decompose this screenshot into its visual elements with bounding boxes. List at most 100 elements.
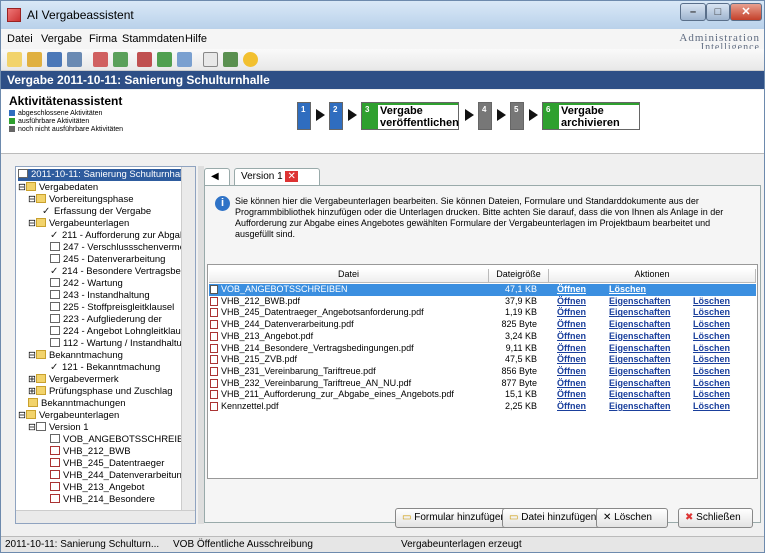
open-link[interactable]: Öffnen (557, 284, 586, 295)
menu-vergabe[interactable]: Vergabe (41, 33, 82, 45)
delete-link[interactable]: Löschen (693, 331, 730, 342)
delete-link[interactable]: Löschen (693, 296, 730, 307)
tree-node[interactable]: ✓ Erfassung der Vergabe (42, 206, 151, 218)
close-window-button[interactable]: ✕ (730, 3, 762, 21)
open-link[interactable]: Öffnen (557, 307, 586, 318)
step-1[interactable]: 1 (297, 102, 311, 130)
step-3[interactable]: 3 Vergabe veröffentlichen (361, 102, 459, 130)
delete-link[interactable]: Löschen (693, 354, 730, 365)
tree-node[interactable]: 242 - Wartung (50, 278, 123, 290)
tree-node[interactable]: VHB_212_BWB (50, 446, 131, 458)
tree-vertical-scrollbar[interactable] (181, 167, 195, 511)
properties-link[interactable]: Eigenschaften (609, 354, 671, 365)
open-link[interactable]: Öffnen (557, 389, 586, 400)
tree-node[interactable]: ⊞ Prüfungsphase und Zuschlag (28, 386, 173, 398)
open-link[interactable]: Öffnen (557, 366, 586, 377)
table-row[interactable]: VHB_215_ZVB.pdf 47,5 KB Öffnen Eigenschafte… (209, 354, 756, 366)
tree-node[interactable]: 245 - Datenverarbeitung (50, 254, 165, 266)
properties-link[interactable]: Eigenschaften (609, 296, 671, 307)
user-green-icon[interactable] (113, 52, 128, 67)
calc-green-icon[interactable] (157, 52, 172, 67)
tab-home[interactable]: ◀ (204, 168, 230, 186)
table-row[interactable]: VHB_232_Vereinbarung_Tariftreue_AN_NU.pd… (209, 378, 756, 390)
save-icon[interactable] (47, 52, 62, 67)
col-file[interactable]: Datei (209, 269, 489, 283)
plugin-icon[interactable] (223, 52, 238, 67)
table-row[interactable]: VHB_231_Vereinbarung_Tariftreue.pdf 856 B… (209, 366, 756, 378)
delete-button[interactable]: ✕ Löschen (596, 508, 668, 528)
properties-link[interactable]: Eigenschaften (609, 307, 671, 318)
col-actions[interactable]: Aktionen (549, 269, 756, 283)
table-row[interactable]: VHB_244_Datenverarbeitung.pdf 825 Byte Öff… (209, 319, 756, 331)
step-4[interactable]: 4 (478, 102, 492, 130)
tree-node[interactable]: 247 - Verschlussschenvermerk (50, 242, 193, 254)
delete-link[interactable]: Löschen (693, 307, 730, 318)
tree-node[interactable]: ⊟ Bekanntmachung (28, 350, 123, 362)
delete-link[interactable]: Löschen (693, 389, 730, 400)
tree-node[interactable]: ⊟ Vergabeunterlagen (28, 218, 129, 230)
tree-horizontal-scrollbar[interactable] (16, 510, 195, 523)
tree-node[interactable]: ⊟ Vorbereitungsphase (28, 194, 133, 206)
table-row[interactable]: VHB_213_Angebot.pdf 3,24 KB Öffnen Eigensch… (209, 331, 756, 343)
new-icon[interactable] (7, 52, 22, 67)
menu-stammdaten[interactable]: Stammdaten (122, 33, 184, 45)
tree-node[interactable]: VOB_ANGEBOTSSCHREIBEN (50, 434, 195, 446)
open-link[interactable]: Öffnen (557, 343, 586, 354)
tab-version-1[interactable]: Version 1 ✕ (234, 168, 320, 186)
open-icon[interactable] (27, 52, 42, 67)
properties-link[interactable]: Eigenschaften (609, 343, 671, 354)
menu-firma[interactable]: Firma (89, 33, 117, 45)
open-link[interactable]: Öffnen (557, 354, 586, 365)
close-button[interactable]: ✖ Schließen (678, 508, 753, 528)
tree-node[interactable]: 225 - Stoffpreisgleitklausel (50, 302, 174, 314)
tree-node[interactable]: 243 - Instandhaltung (50, 290, 150, 302)
properties-link[interactable]: Eigenschaften (609, 331, 671, 342)
properties-link[interactable]: Eigenschaften (609, 378, 671, 389)
col-size[interactable]: Dateigröße (489, 269, 549, 283)
tree-node[interactable]: VHB_244_Datenverarbeitung (50, 470, 187, 482)
delete-link[interactable]: Löschen (609, 284, 646, 295)
step-6[interactable]: 6 Vergabe archivieren (542, 102, 640, 130)
tree-node[interactable]: ✓ 211 - Aufforderung zur Abgabe (50, 230, 191, 242)
table-row[interactable]: VHB_214_Besondere_Vertragsbedingungen.pd… (209, 343, 756, 355)
table-row[interactable]: VHB_245_Datentraeger_Angebotsanforderung… (209, 307, 756, 319)
menu-hilfe[interactable]: Hilfe (185, 33, 207, 45)
tree-node[interactable]: ⊟ Vergabeunterlagen (18, 410, 119, 422)
step-2[interactable]: 2 (329, 102, 343, 130)
tree-node[interactable]: Bekanntmachungen (28, 398, 126, 410)
tree-node[interactable]: ⊟ Version 1 (28, 422, 89, 434)
tree-node[interactable]: ⊞ Vergabevermerk (28, 374, 119, 386)
document-icon[interactable] (203, 52, 218, 67)
user-red-icon[interactable] (93, 52, 108, 67)
delete-link[interactable]: Löschen (693, 366, 730, 377)
properties-link[interactable]: Eigenschaften (609, 401, 671, 412)
settings-icon[interactable] (177, 52, 192, 67)
table-row[interactable]: Kennzettel.pdf 2,25 KB Öffnen Eigenschaften… (209, 401, 756, 413)
open-link[interactable]: Öffnen (557, 331, 586, 342)
add-form-button[interactable]: ▭ Formular hinzufügen (395, 508, 513, 528)
tree-node[interactable]: ✓214 - Besondere Vertragsbedingungen (50, 266, 195, 278)
tree-node[interactable]: VHB_213_Angebot (50, 482, 144, 494)
step-5[interactable]: 5 (510, 102, 524, 130)
open-link[interactable]: Öffnen (557, 296, 586, 307)
tree-node[interactable]: ✓ 121 - Bekanntmachung (50, 362, 160, 374)
table-row[interactable]: VHB_211_Aufforderung_zur_Abgabe_eines_An… (209, 389, 756, 401)
properties-link[interactable]: Eigenschaften (609, 319, 671, 330)
delete-link[interactable]: Löschen (693, 343, 730, 354)
tree-node[interactable]: 224 - Angebot Lohngleitklausel (50, 326, 193, 338)
add-file-button[interactable]: ▭ Datei hinzufügen (502, 508, 604, 528)
open-link[interactable]: Öffnen (557, 401, 586, 412)
tree-root[interactable]: 2011-10-11: Sanierung Schulturnhalle (18, 169, 190, 181)
tree-node[interactable]: 112 - Wartung / Instandhaltung (50, 338, 192, 350)
properties-link[interactable]: Eigenschaften (609, 366, 671, 377)
help-icon[interactable] (243, 52, 258, 67)
print-icon[interactable] (67, 52, 82, 67)
table-row[interactable]: VOB_ANGEBOTSSCHREIBEN 47,1 KB Öffnen Lösche… (209, 284, 756, 296)
delete-link[interactable]: Löschen (693, 401, 730, 412)
minimize-button[interactable]: – (680, 3, 706, 21)
menu-datei[interactable]: Datei (7, 33, 33, 45)
calc-red-icon[interactable] (137, 52, 152, 67)
properties-link[interactable]: Eigenschaften (609, 389, 671, 400)
open-link[interactable]: Öffnen (557, 378, 586, 389)
table-row[interactable]: VHB_212_BWB.pdf 37,9 KB Öffnen Eigenschafte… (209, 296, 756, 308)
